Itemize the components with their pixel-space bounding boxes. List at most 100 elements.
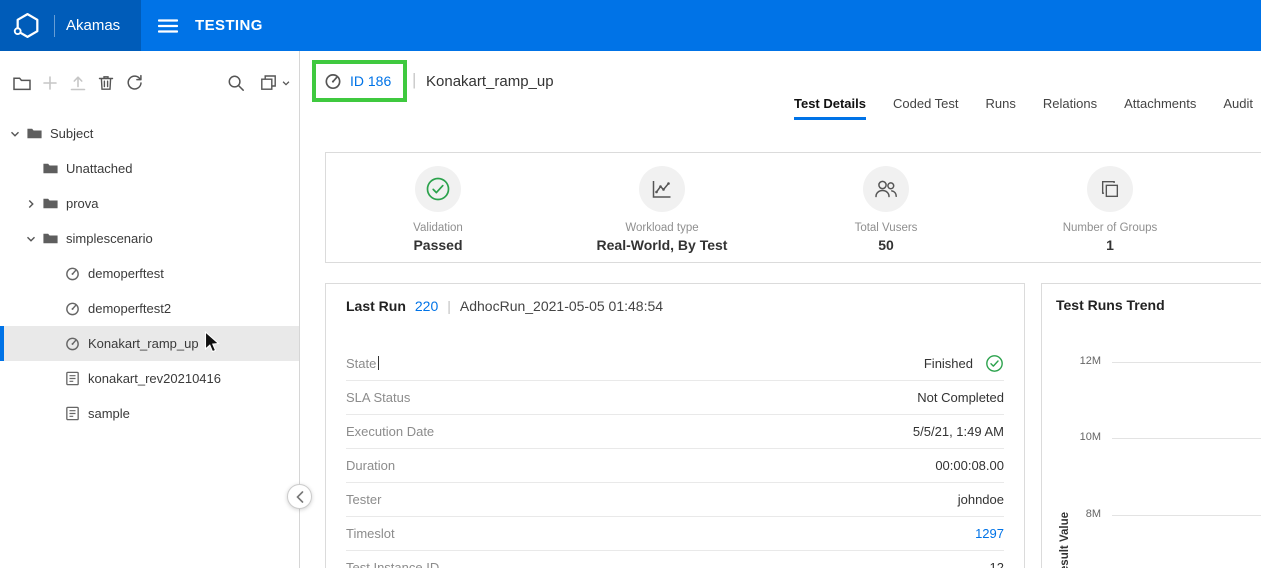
performance-test-icon bbox=[63, 300, 81, 318]
summary-card-number-of-groups: Number of Groups 1 bbox=[998, 153, 1222, 262]
layers-icon bbox=[1087, 166, 1133, 212]
chevron-down-icon bbox=[281, 78, 291, 88]
performance-test-icon bbox=[63, 335, 81, 353]
script-icon bbox=[63, 370, 81, 388]
row-value-link[interactable]: 1297 bbox=[975, 526, 1004, 541]
performance-test-icon bbox=[63, 265, 81, 283]
add-button[interactable] bbox=[40, 73, 60, 93]
card-label: Validation bbox=[326, 222, 550, 234]
annotation-highlight-box: ID 186 bbox=[312, 60, 407, 102]
summary-card-workload-type: Workload type Real-World, By Test bbox=[550, 153, 774, 262]
module-title[interactable]: TESTING bbox=[195, 17, 263, 34]
y-axis-tick: 12M bbox=[1042, 355, 1101, 367]
row-value: johndoe bbox=[958, 492, 1004, 507]
card-value: 50 bbox=[774, 237, 998, 253]
tab-relations[interactable]: Relations bbox=[1043, 96, 1097, 120]
tree-item-label: simplescenario bbox=[66, 231, 153, 246]
tree-item-demoperftest[interactable]: demoperftest bbox=[0, 256, 299, 291]
summary-card-total-vusers: Total Vusers 50 bbox=[774, 153, 998, 262]
tree-item-label: konakart_rev20210416 bbox=[88, 371, 221, 386]
upload-button[interactable] bbox=[68, 73, 88, 93]
tree-item-sample[interactable]: sample bbox=[0, 396, 299, 431]
tree-item-label: prova bbox=[66, 196, 99, 211]
card-value: 1 bbox=[998, 237, 1222, 253]
gridline bbox=[1112, 362, 1261, 363]
tab-attachments[interactable]: Attachments bbox=[1124, 96, 1196, 120]
delete-button[interactable] bbox=[96, 73, 116, 93]
search-icon[interactable] bbox=[226, 73, 246, 93]
gridline bbox=[1112, 515, 1261, 516]
hamburger-menu-icon[interactable] bbox=[158, 18, 178, 34]
tree-item-konakart-rev20210416[interactable]: konakart_rev20210416 bbox=[0, 361, 299, 396]
module-menu: TESTING bbox=[141, 0, 263, 51]
octane-logo-icon bbox=[12, 10, 43, 41]
row-value: Not Completed bbox=[917, 390, 1004, 405]
sidebar-collapse-button[interactable] bbox=[287, 484, 312, 509]
row-label: Test Instance ID bbox=[346, 560, 990, 568]
new-folder-button[interactable] bbox=[12, 73, 32, 93]
tree-item-unattached[interactable]: Unattached bbox=[0, 151, 299, 186]
card-value: Passed bbox=[326, 237, 550, 253]
row-label: Execution Date bbox=[346, 424, 913, 439]
last-run-id-link[interactable]: 220 bbox=[415, 298, 438, 314]
divider: | bbox=[447, 298, 451, 314]
card-label: Number of Groups bbox=[998, 222, 1222, 234]
card-value: Real-World, By Test bbox=[550, 237, 774, 253]
chevron-down-icon[interactable] bbox=[22, 232, 40, 246]
y-axis-tick: 10M bbox=[1042, 431, 1101, 443]
tree-item-label: Subject bbox=[50, 126, 93, 141]
table-row-duration: Duration 00:00:08.00 bbox=[346, 449, 1004, 483]
tab-audit[interactable]: Audit bbox=[1223, 96, 1253, 120]
row-value: 12 bbox=[990, 560, 1004, 568]
last-run-panel: Last Run 220 | AdhocRun_2021-05-05 01:48… bbox=[325, 283, 1025, 568]
tree-item-label: demoperftest2 bbox=[88, 301, 171, 316]
main-content: ID 186 | Konakart_ramp_up Test Details C… bbox=[300, 51, 1261, 568]
tab-runs[interactable]: Runs bbox=[986, 96, 1016, 120]
tree-item-simplescenario[interactable]: simplescenario bbox=[0, 221, 299, 256]
row-label: Duration bbox=[346, 458, 935, 473]
tree-sidebar: Subject Unattached prova simplescenario … bbox=[0, 51, 300, 568]
table-row-timeslot: Timeslot 1297 bbox=[346, 517, 1004, 551]
check-circle-icon bbox=[415, 166, 461, 212]
tree-item-label: Unattached bbox=[66, 161, 133, 176]
tree-item-prova[interactable]: prova bbox=[0, 186, 299, 221]
row-label: Timeslot bbox=[346, 526, 975, 541]
table-row-state: State Finished bbox=[346, 347, 1004, 381]
chevron-down-icon[interactable] bbox=[6, 127, 24, 141]
last-run-header: Last Run 220 | AdhocRun_2021-05-05 01:48… bbox=[326, 284, 1024, 314]
test-tree: Subject Unattached prova simplescenario … bbox=[0, 116, 299, 431]
table-row-execution-date: Execution Date 5/5/21, 1:49 AM bbox=[346, 415, 1004, 449]
users-icon bbox=[863, 166, 909, 212]
tree-item-demoperftest2[interactable]: demoperftest2 bbox=[0, 291, 299, 326]
trend-title: Test Runs Trend bbox=[1056, 297, 1261, 313]
row-value: 00:00:08.00 bbox=[935, 458, 1004, 473]
folder-icon bbox=[41, 195, 59, 213]
entity-id-label: ID 186 bbox=[350, 73, 391, 89]
tab-test-details[interactable]: Test Details bbox=[794, 96, 866, 120]
performance-test-icon bbox=[323, 71, 343, 91]
tree-item-label: Konakart_ramp_up bbox=[88, 336, 199, 351]
folder-icon bbox=[25, 125, 43, 143]
row-label: State bbox=[346, 356, 376, 371]
last-run-table: State Finished SLA Status Not Completed … bbox=[346, 347, 1004, 568]
check-circle-icon bbox=[985, 354, 1004, 373]
sidebar-toolbar bbox=[0, 51, 299, 115]
card-label: Total Vusers bbox=[774, 222, 998, 234]
tree-item-label: demoperftest bbox=[88, 266, 164, 281]
row-label: SLA Status bbox=[346, 390, 917, 405]
text-cursor bbox=[378, 356, 379, 370]
tab-coded-test[interactable]: Coded Test bbox=[893, 96, 959, 120]
workspace-name: Akamas bbox=[66, 17, 120, 34]
tree-item-konakart-ramp-up[interactable]: Konakart_ramp_up bbox=[0, 326, 299, 361]
line-chart-icon bbox=[639, 166, 685, 212]
chevron-right-icon[interactable] bbox=[22, 197, 40, 211]
script-icon bbox=[63, 405, 81, 423]
chevron-left-icon bbox=[296, 491, 304, 503]
row-label: Tester bbox=[346, 492, 958, 507]
summary-card-validation: Validation Passed bbox=[326, 153, 550, 262]
tree-item-subject[interactable]: Subject bbox=[0, 116, 299, 151]
last-run-title: Last Run bbox=[346, 298, 406, 314]
refresh-button[interactable] bbox=[124, 73, 144, 93]
copy-settings-button[interactable] bbox=[259, 73, 291, 93]
table-row-tester: Tester johndoe bbox=[346, 483, 1004, 517]
